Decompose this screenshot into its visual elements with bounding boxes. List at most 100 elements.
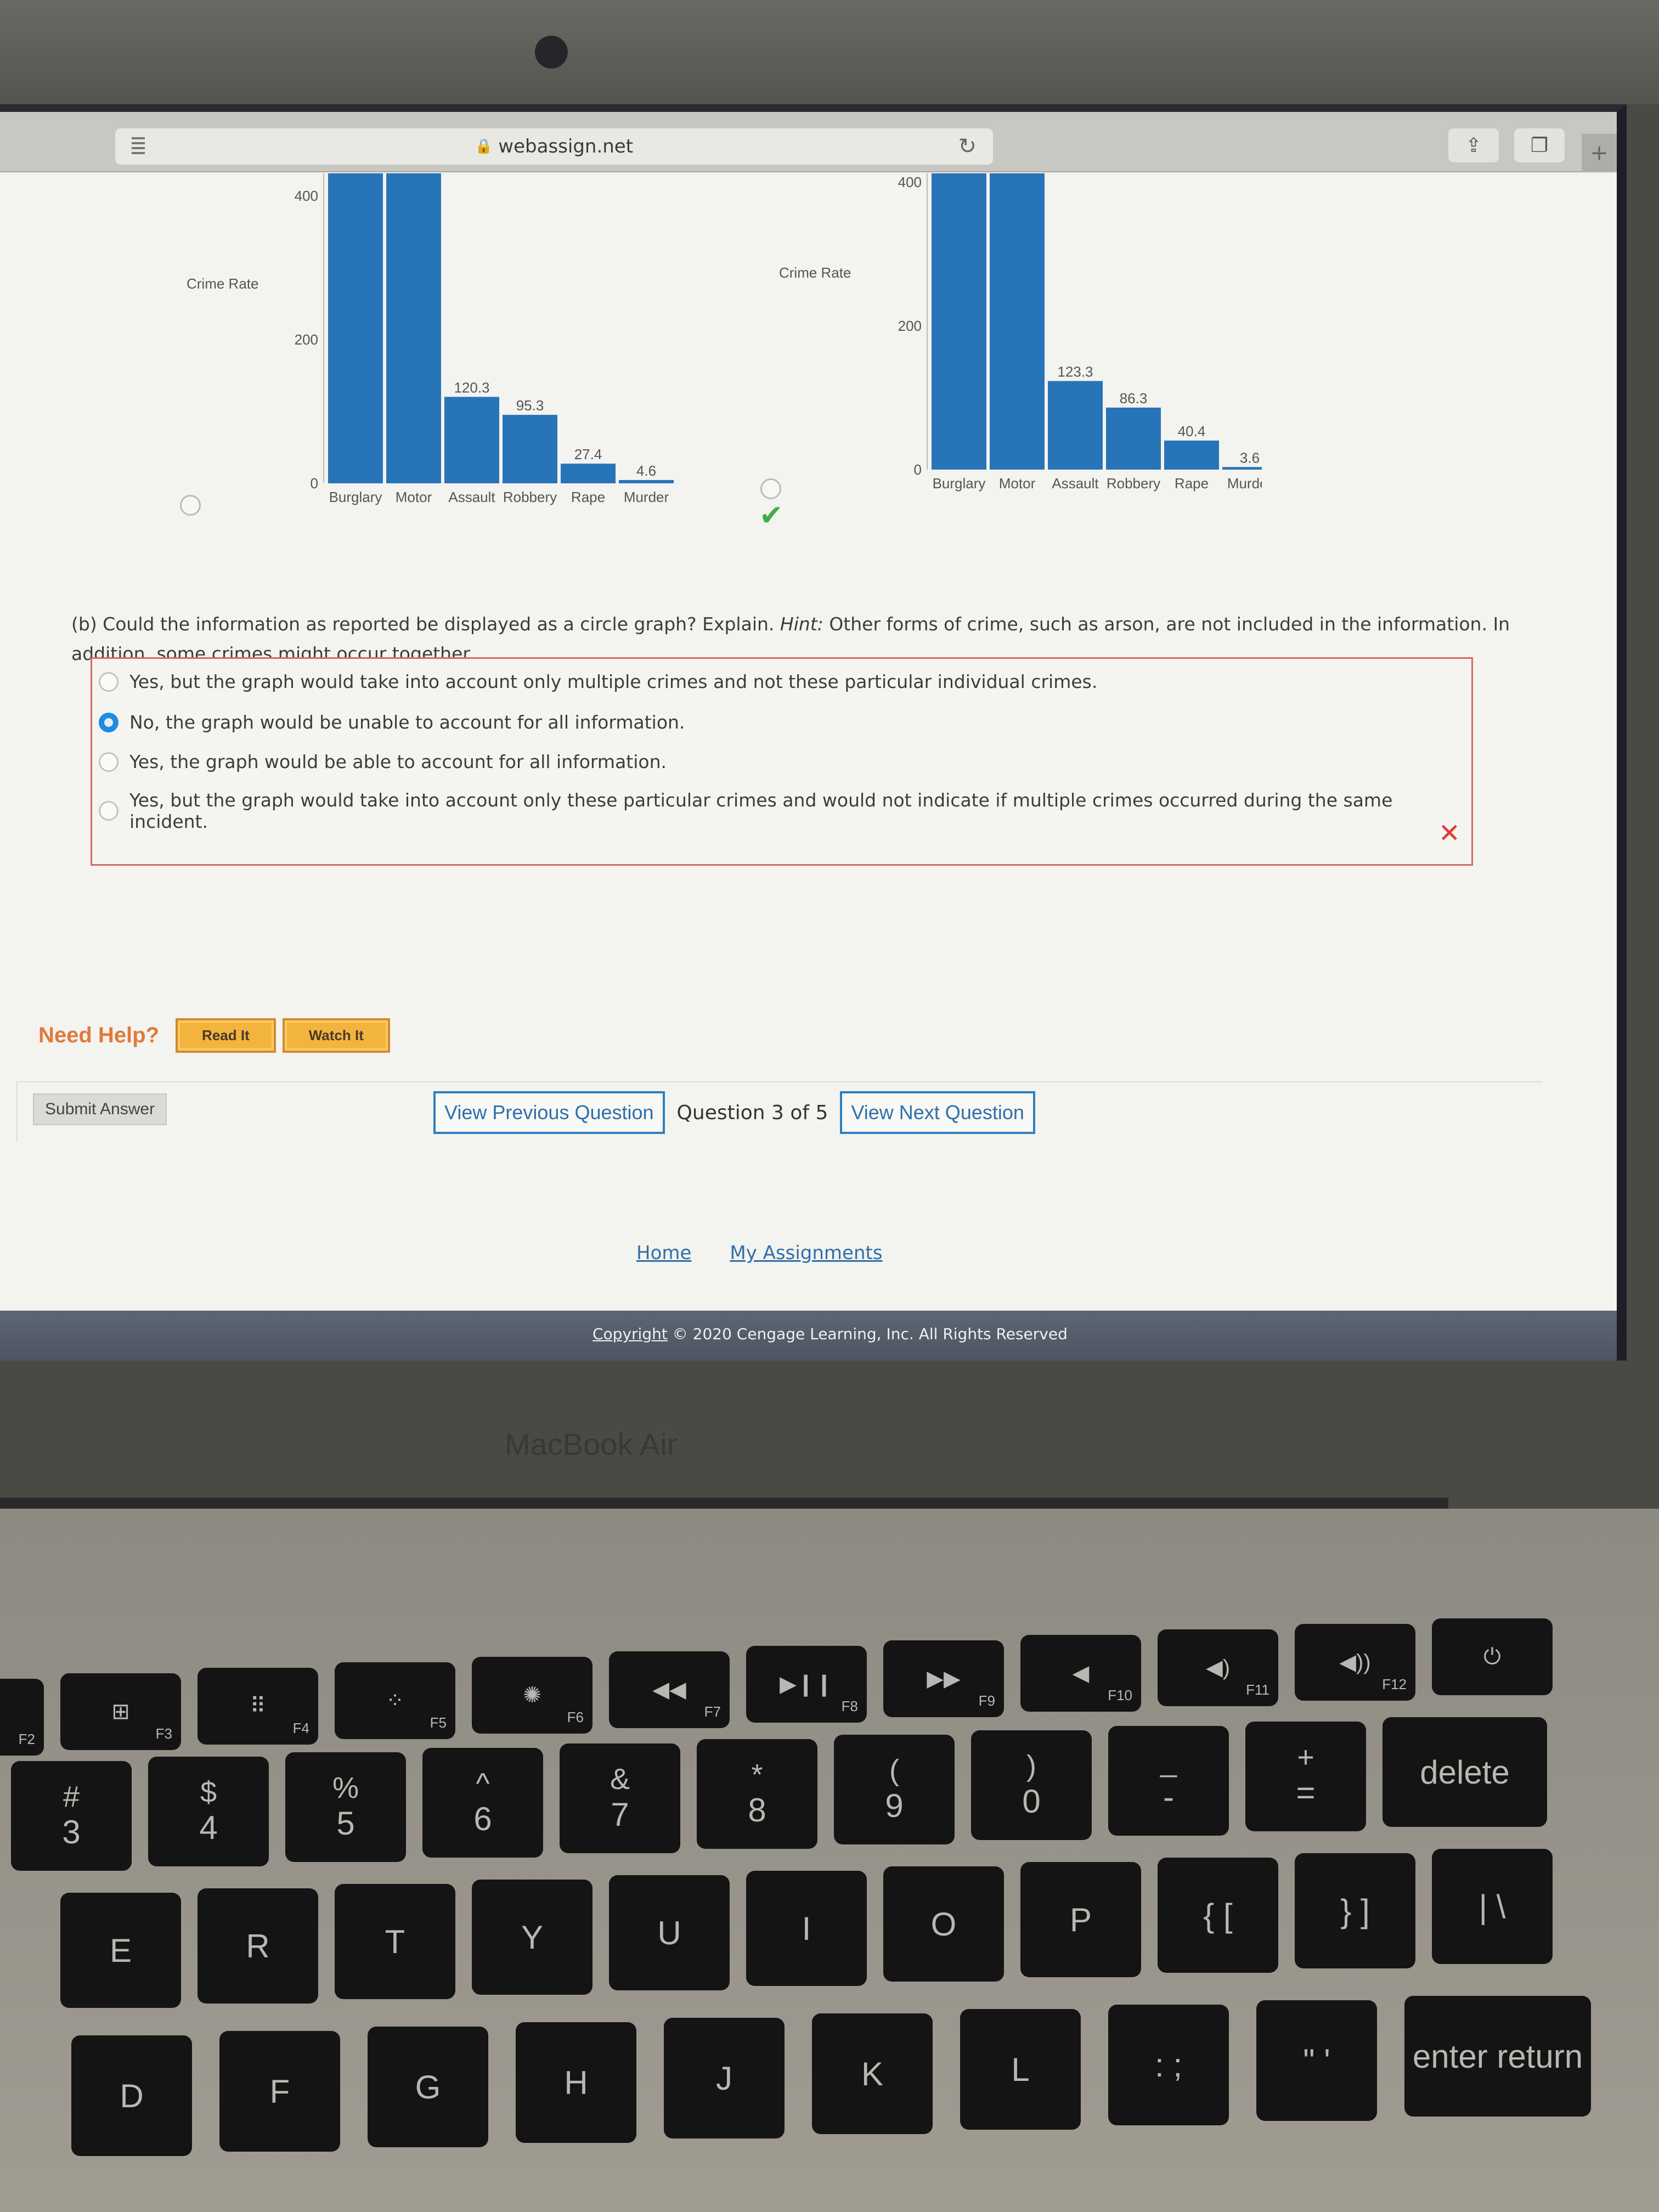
function-key-f3[interactable]: ⊞ F3 xyxy=(60,1673,181,1750)
view-previous-question-button[interactable]: View Previous Question xyxy=(433,1091,665,1134)
address-bar[interactable]: 🔒 webassign.net ↻ xyxy=(115,128,993,165)
function-key-f2[interactable]: F2 xyxy=(0,1679,44,1756)
key-F[interactable]: F xyxy=(219,2031,340,2152)
key-delete[interactable]: delete xyxy=(1383,1717,1547,1827)
key-shift-label: * xyxy=(751,1758,763,1791)
key-=[interactable]: + = xyxy=(1245,1722,1366,1831)
bar-burglary xyxy=(328,171,383,483)
function-key-f9[interactable]: ▶▶ F9 xyxy=(883,1640,1004,1717)
key-L[interactable]: L xyxy=(960,2009,1081,2130)
radio-button[interactable] xyxy=(99,672,119,692)
key-fn-label: F12 xyxy=(1382,1676,1407,1692)
x-tick-label: Robbery xyxy=(1107,475,1160,492)
reload-icon[interactable]: ↻ xyxy=(958,134,977,159)
key-label: ▶▶ xyxy=(927,1667,961,1691)
key-H[interactable]: H xyxy=(516,2022,636,2143)
key-K[interactable]: K xyxy=(812,2013,933,2134)
home-link[interactable]: Home xyxy=(636,1242,691,1264)
function-key-f6[interactable]: ✺ F6 xyxy=(472,1657,592,1734)
chart-option-1-radio[interactable] xyxy=(180,495,201,516)
read-it-button[interactable]: Read It xyxy=(176,1018,276,1053)
function-key-f10[interactable]: ◀ F10 xyxy=(1020,1635,1141,1712)
incorrect-x-icon: ✕ xyxy=(1438,818,1460,849)
key-fn-label: F7 xyxy=(704,1703,721,1720)
key-label: | \ xyxy=(1479,1888,1506,1925)
answer-option-2[interactable]: No, the graph would be unable to account… xyxy=(99,712,685,733)
key-[interactable]: | \ xyxy=(1432,1849,1553,1964)
submit-answer-button[interactable]: Submit Answer xyxy=(33,1093,167,1125)
data-label: 86.3 xyxy=(1120,390,1148,407)
bar-burglary xyxy=(932,171,986,470)
footer-links: Home My Assignments xyxy=(636,1242,883,1264)
chart-option-2-radio[interactable] xyxy=(760,478,781,499)
data-label: 95.3 xyxy=(516,397,544,414)
copyright-link[interactable]: Copyright xyxy=(592,1325,668,1343)
data-label: 40.4 xyxy=(1178,423,1206,439)
key-I[interactable]: I xyxy=(746,1871,867,1986)
camera-icon xyxy=(535,36,568,69)
key-D[interactable]: D xyxy=(71,2035,192,2156)
key-R[interactable]: R xyxy=(198,1888,318,2004)
key-punct[interactable]: " ' xyxy=(1256,2000,1377,2121)
x-tick-label: Burglary xyxy=(933,475,986,492)
key-9[interactable]: (9 xyxy=(834,1735,955,1844)
key--[interactable]: _ - xyxy=(1108,1726,1229,1836)
key-7[interactable]: & 7 xyxy=(560,1743,680,1853)
y-tick-label: 200 xyxy=(295,331,318,348)
key-6[interactable]: ^ 6 xyxy=(422,1748,543,1858)
radio-button-selected[interactable] xyxy=(99,712,119,732)
answer-option-4[interactable]: Yes, but the graph would take into accou… xyxy=(99,789,1471,832)
y-tick-label: 400 xyxy=(898,174,922,190)
key-fn-label: F3 xyxy=(155,1725,172,1742)
key-P[interactable]: P xyxy=(1020,1862,1141,1977)
watch-it-button[interactable]: Watch It xyxy=(282,1018,390,1053)
my-assignments-link[interactable]: My Assignments xyxy=(730,1242,882,1264)
key-shift-label: ^ xyxy=(476,1767,490,1800)
radio-button[interactable] xyxy=(99,801,119,821)
share-button[interactable]: ⇪ xyxy=(1448,128,1499,162)
function-key-f12[interactable]: ◀)) F12 xyxy=(1295,1624,1415,1701)
key-label: ◀ xyxy=(1072,1661,1090,1685)
key-label: 7 xyxy=(611,1796,629,1833)
key-8[interactable]: * 8 xyxy=(697,1739,817,1849)
x-tick-label: Robbery xyxy=(503,489,557,505)
key-Y[interactable]: Y xyxy=(472,1880,592,1995)
new-tab-button[interactable]: + xyxy=(1582,134,1617,172)
function-key-f4[interactable]: ⠿ F4 xyxy=(198,1668,318,1745)
function-key-f8[interactable]: ▶❙❙ F8 xyxy=(746,1646,867,1723)
key-4[interactable]: $4 xyxy=(148,1757,269,1866)
key-shift-label: $ xyxy=(200,1775,217,1809)
answer-option-label: No, the graph would be unable to account… xyxy=(129,712,685,733)
bar-rape xyxy=(561,464,616,483)
y-axis-label: Crime Rate xyxy=(779,264,851,281)
function-key-f7[interactable]: ◀◀ F7 xyxy=(609,1651,730,1728)
tabs-button[interactable]: ❐ xyxy=(1514,128,1565,162)
x-tick-label: Rape xyxy=(1175,475,1209,492)
key-G[interactable]: G xyxy=(368,2027,488,2147)
function-key-power[interactable]: ⏻ xyxy=(1432,1618,1553,1695)
key-U[interactable]: U xyxy=(609,1875,730,1990)
key-5[interactable]: % 5 xyxy=(285,1752,406,1862)
key-T[interactable]: T xyxy=(335,1884,455,1999)
key-J[interactable]: J xyxy=(664,2018,785,2138)
key-0[interactable]: ) 0 xyxy=(971,1730,1092,1840)
answer-option-1[interactable]: Yes, but the graph would take into accou… xyxy=(99,671,1097,692)
key-[interactable]: } ] xyxy=(1295,1853,1415,1968)
key-fn-label: F6 xyxy=(567,1709,584,1725)
view-next-question-button[interactable]: View Next Question xyxy=(840,1091,1035,1134)
key-3[interactable]: #3 xyxy=(11,1761,132,1871)
reader-icon[interactable] xyxy=(132,137,145,156)
radio-button[interactable] xyxy=(99,752,119,772)
key-O[interactable]: O xyxy=(883,1866,1004,1982)
bar-assault xyxy=(1048,381,1103,470)
answer-option-3[interactable]: Yes, the graph would be able to account … xyxy=(99,751,667,772)
key-label: ◀)) xyxy=(1339,1650,1371,1674)
key-[interactable]: { [ xyxy=(1158,1858,1278,1973)
function-key-f11[interactable]: ◀) F11 xyxy=(1158,1629,1278,1706)
function-key-f5[interactable]: ⁘ F5 xyxy=(335,1662,455,1739)
key-punct[interactable]: : ; xyxy=(1108,2005,1229,2125)
y-tick-label: 200 xyxy=(898,318,922,334)
key-E[interactable]: E xyxy=(60,1893,181,2008)
key-label: enter return xyxy=(1412,2038,1583,2075)
key-enterreturn[interactable]: enter return xyxy=(1404,1996,1591,2117)
